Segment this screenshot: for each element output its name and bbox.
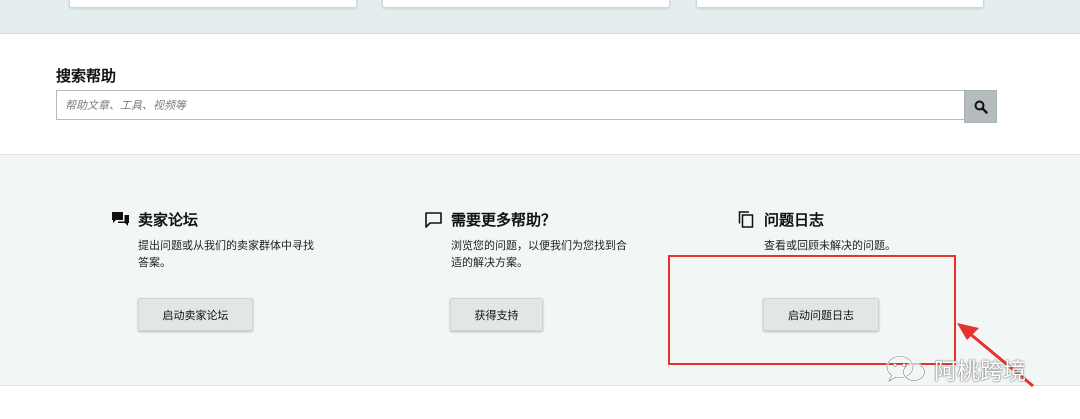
- get-support-button[interactable]: 获得支持: [450, 298, 543, 331]
- top-card[interactable]: [696, 0, 984, 8]
- help-option-support-header: 需要更多帮助？: [424, 209, 556, 230]
- help-option-title: 需要更多帮助？: [451, 211, 557, 229]
- watermark: 阿桃跨境: [884, 352, 1026, 386]
- top-band: [0, 0, 1080, 34]
- copy-document-icon: [737, 211, 755, 229]
- search-button[interactable]: [964, 90, 997, 123]
- search-box: [56, 90, 964, 120]
- help-option-forum-header: 卖家论坛: [111, 209, 198, 230]
- top-card[interactable]: [69, 0, 357, 8]
- watermark-text: 阿桃跨境: [934, 359, 1026, 385]
- help-option-title: 问题日志: [764, 211, 825, 229]
- forum-icon: [111, 211, 129, 229]
- help-option-description: 查看或回顾未解决的问题。: [764, 239, 896, 252]
- wechat-logo-icon: [886, 355, 926, 382]
- search-title: 搜索帮助: [56, 67, 117, 85]
- help-option-description: 浏览您的问题，以便我们为您找到合适的解决方案。: [451, 239, 627, 269]
- annotation-highlight-box: [668, 255, 956, 365]
- chat-bubble-icon: [424, 211, 442, 229]
- help-option-title: 卖家论坛: [138, 211, 199, 229]
- top-card[interactable]: [382, 0, 670, 8]
- search-icon: [974, 100, 988, 114]
- help-option-description: 提出问题或从我们的卖家群体中寻找答案。: [138, 239, 314, 269]
- help-option-case-log-header: 问题日志: [737, 209, 824, 230]
- launch-seller-forum-button[interactable]: 启动卖家论坛: [138, 298, 253, 331]
- search-input[interactable]: [57, 91, 964, 119]
